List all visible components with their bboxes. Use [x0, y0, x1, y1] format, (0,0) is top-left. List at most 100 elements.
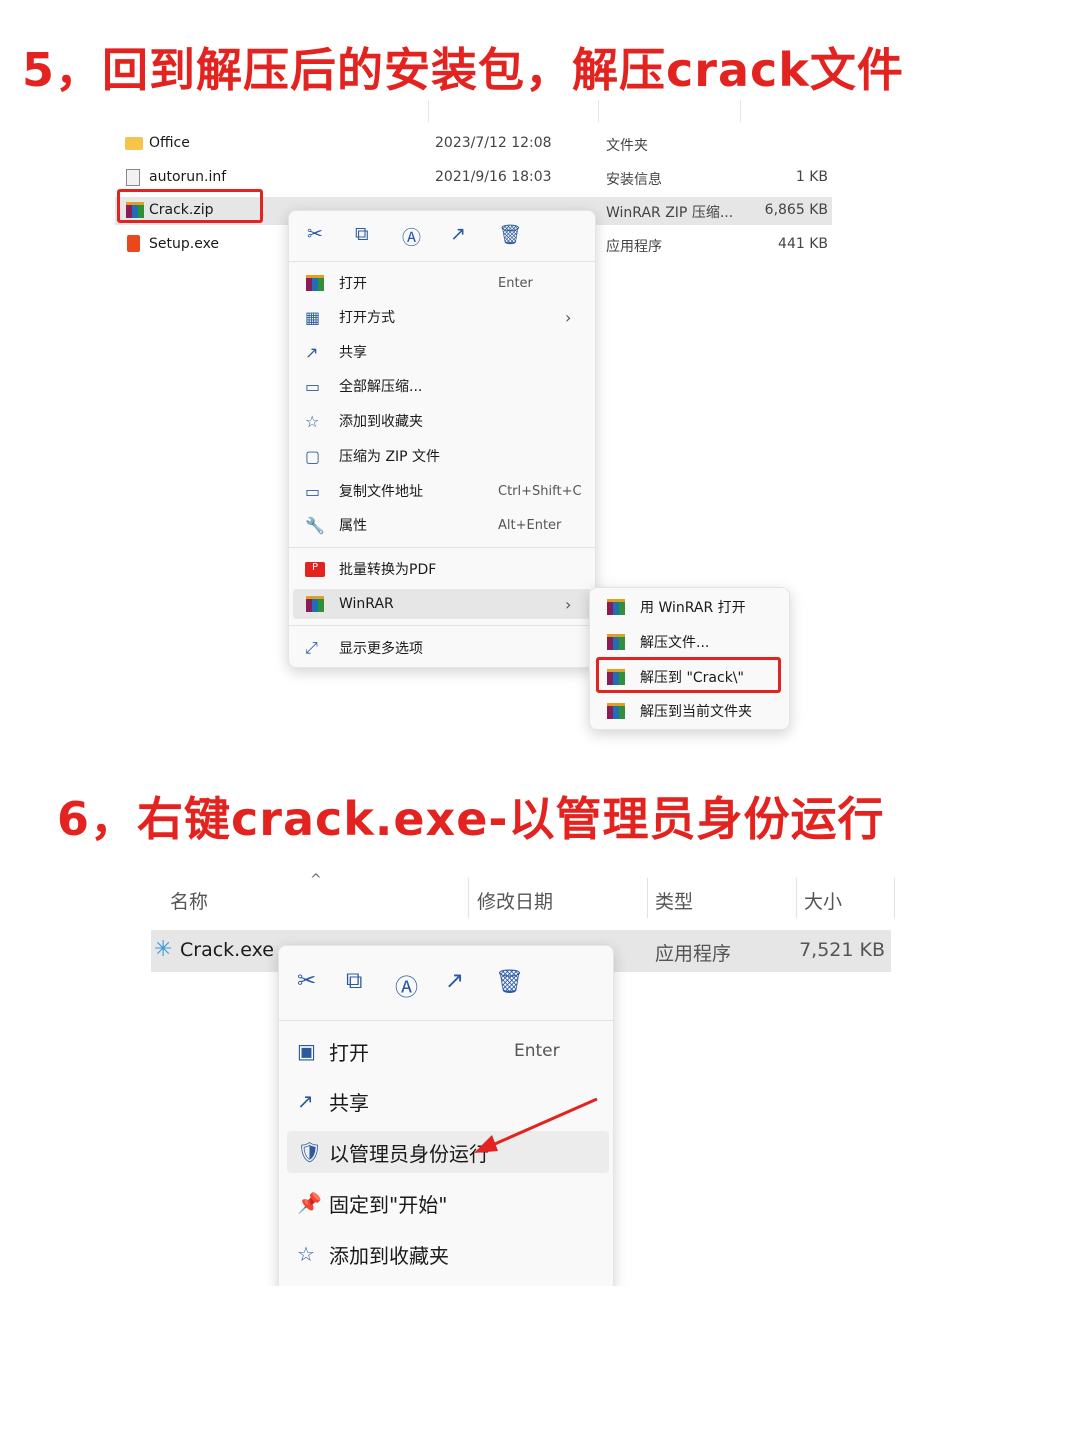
chevron-right-icon: › — [565, 307, 572, 327]
label: 打开 — [329, 1040, 369, 1065]
column-header-date[interactable]: 修改日期 — [477, 887, 553, 914]
settings-file-icon — [126, 169, 140, 186]
file-type: 应用程序 — [655, 943, 732, 965]
file-type: 安装信息 — [606, 172, 662, 188]
extract-folder-icon: ▭ — [305, 376, 321, 396]
cut-icon[interactable]: ✂ — [297, 968, 316, 994]
menu-item-add-favorites[interactable]: ☆ 添加到收藏夹 — [279, 1234, 613, 1274]
folder-icon — [125, 137, 143, 150]
column-header-type[interactable]: 类型 — [655, 887, 693, 914]
winrar-icon — [607, 703, 625, 719]
column-divider[interactable] — [796, 878, 797, 918]
separator — [289, 547, 595, 548]
column-header-size[interactable]: 大小 — [804, 887, 842, 914]
share-icon[interactable]: ↗ — [450, 223, 466, 245]
label: 全部解压缩... — [339, 379, 423, 395]
office-icon — [127, 235, 140, 252]
rename-icon[interactable]: Ⓐ — [402, 223, 421, 250]
menu-item-copy-path[interactable]: ▭ 复制文件地址 Ctrl+Shift+C — [289, 475, 595, 507]
winrar-icon — [607, 634, 625, 650]
cutoff-area — [0, 1286, 1080, 1440]
shortcut: Enter — [514, 1041, 560, 1061]
menu-item-show-more[interactable]: ⤢ 显示更多选项 — [289, 632, 595, 664]
label: 解压文件... — [640, 635, 710, 651]
label: 以管理员身份运行 — [329, 1141, 489, 1166]
column-divider[interactable] — [740, 100, 741, 122]
label: 共享 — [329, 1090, 369, 1115]
step6-title: 6，右键crack.exe-以管理员身份运行 — [57, 792, 885, 846]
menu-item-open[interactable]: 打开 Enter — [289, 267, 595, 299]
sort-ascending-icon[interactable]: ^ — [310, 872, 322, 888]
label: 共享 — [339, 345, 367, 361]
rename-icon[interactable]: Ⓐ — [395, 968, 418, 1002]
label: 用 WinRAR 打开 — [640, 600, 746, 616]
separator — [279, 1020, 613, 1021]
file-date: 2021/9/16 18:03 — [435, 169, 552, 185]
file-name: Setup.exe — [149, 236, 220, 252]
winrar-icon — [306, 596, 324, 612]
column-header-name[interactable]: 名称 — [170, 887, 208, 914]
label: 复制文件地址 — [339, 484, 423, 500]
label: 添加到收藏夹 — [329, 1243, 449, 1268]
column-divider[interactable] — [468, 878, 469, 918]
delete-icon[interactable]: 🗑 — [495, 968, 524, 995]
label: 属性 — [339, 518, 367, 534]
file-type: WinRAR ZIP 压缩... — [606, 205, 734, 221]
file-size: 7,521 KB — [799, 939, 885, 961]
menu-item-extract-all[interactable]: ▭ 全部解压缩... — [289, 370, 595, 402]
copy-icon[interactable]: ⧉ — [346, 968, 362, 994]
menu-item-open[interactable]: ▣ 打开 Enter — [279, 1031, 613, 1071]
label: 显示更多选项 — [339, 641, 423, 657]
shortcut: Alt+Enter — [498, 517, 562, 533]
menu-item-open-with[interactable]: ▦ 打开方式 › — [289, 301, 595, 333]
window-icon: ▣ — [297, 1039, 316, 1063]
chevron-right-icon: › — [565, 594, 572, 614]
red-arrow-annotation — [474, 1097, 598, 1153]
star-icon: ☆ — [305, 411, 320, 431]
separator — [289, 625, 595, 626]
file-row[interactable]: autorun.inf 2021/9/16 18:03 安装信息 1 KB — [115, 164, 832, 192]
zip-icon: ▢ — [305, 446, 321, 466]
column-divider[interactable] — [428, 100, 429, 122]
submenu-extract-files[interactable]: 解压文件... — [590, 626, 789, 658]
expand-icon: ⤢ — [305, 638, 318, 657]
label: 批量转换为PDF — [339, 562, 437, 578]
pdf-icon: P — [305, 561, 325, 577]
crack-exe-icon: ✳ — [154, 937, 173, 962]
label: 解压到当前文件夹 — [640, 704, 752, 720]
star-icon: ☆ — [297, 1242, 315, 1266]
step5-title: 5，回到解压后的安装包，解压crack文件 — [22, 43, 904, 97]
winrar-icon — [306, 275, 324, 291]
share-icon[interactable]: ↗ — [445, 968, 464, 994]
highlight-box — [596, 657, 781, 693]
column-divider[interactable] — [598, 100, 599, 122]
cut-icon[interactable]: ✂ — [307, 223, 323, 245]
separator — [289, 261, 595, 262]
wrench-icon: 🔧 — [305, 515, 325, 535]
share-icon: ↗ — [297, 1089, 314, 1113]
label: 打开方式 — [339, 310, 395, 326]
menu-item-share[interactable]: ↗ 共享 — [289, 336, 595, 368]
submenu-extract-here[interactable]: 解压到当前文件夹 — [590, 695, 789, 727]
file-size: 1 KB — [795, 169, 828, 185]
label: 压缩为 ZIP 文件 — [339, 449, 441, 465]
submenu-open-with-winrar[interactable]: 用 WinRAR 打开 — [590, 591, 789, 623]
menu-item-convert-pdf[interactable]: P 批量转换为PDF — [289, 553, 595, 585]
label: WinRAR — [339, 596, 394, 612]
menu-item-compress-zip[interactable]: ▢ 压缩为 ZIP 文件 — [289, 440, 595, 472]
file-name: autorun.inf — [149, 169, 227, 185]
copy-icon[interactable]: ⧉ — [355, 223, 369, 245]
menu-item-properties[interactable]: 🔧 属性 Alt+Enter — [289, 509, 595, 541]
label: 添加到收藏夹 — [339, 414, 423, 430]
shortcut: Ctrl+Shift+C — [498, 483, 582, 499]
column-divider[interactable] — [894, 878, 895, 918]
file-row[interactable]: Office 2023/7/12 12:08 文件夹 — [115, 130, 832, 158]
delete-icon[interactable]: 🗑 — [498, 223, 522, 246]
label: 打开 — [339, 276, 367, 292]
menu-item-pin-to-start[interactable]: 📌 固定到"开始" — [279, 1183, 613, 1223]
menu-item-add-favorites[interactable]: ☆ 添加到收藏夹 — [289, 405, 595, 437]
column-divider[interactable] — [647, 878, 648, 918]
copy-path-icon: ▭ — [305, 481, 321, 501]
menu-item-winrar[interactable]: WinRAR › — [289, 588, 595, 620]
file-date: 2023/7/12 12:08 — [435, 135, 552, 151]
